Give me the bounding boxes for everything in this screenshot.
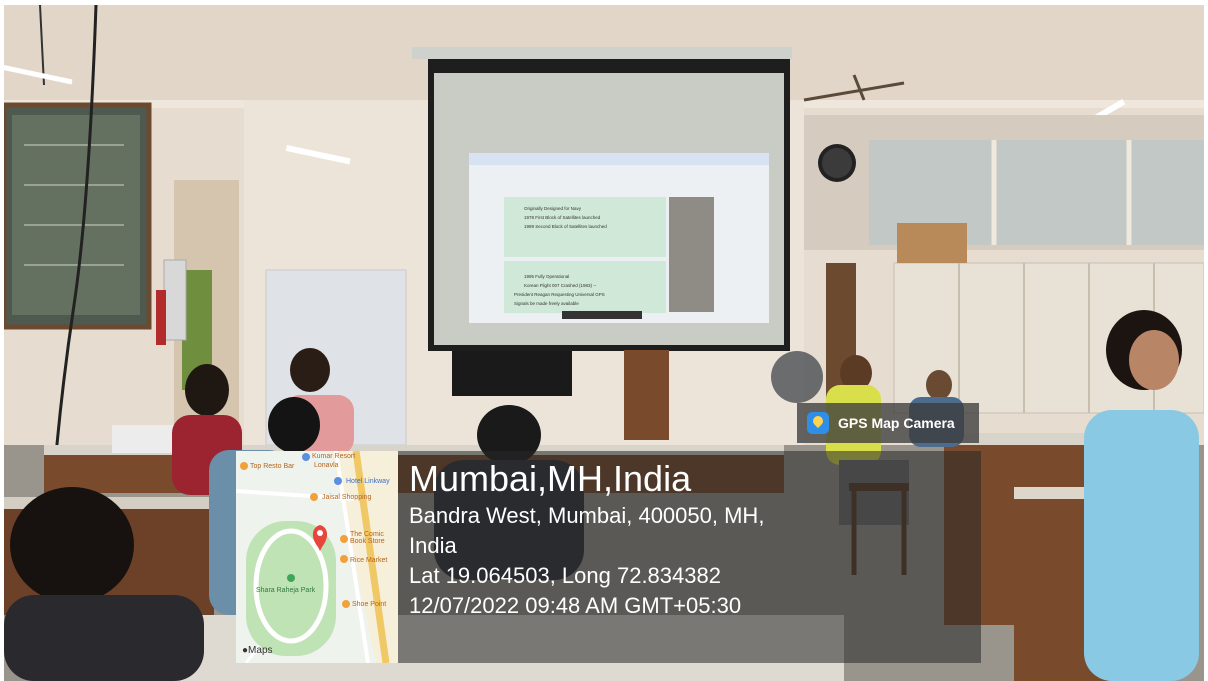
tv-monitor — [452, 351, 572, 396]
screen-line-3: 1989 Second Block of Satellites launched — [524, 224, 607, 229]
mini-map: Kumar Resort Lonavla Top Resto Bar Hotel… — [236, 451, 398, 663]
map-label-hotel-linkway: Hotel Linkway — [346, 478, 390, 485]
map-label-comic-book-store: The Comic Book Store — [350, 531, 385, 545]
map-label-rice-market: Rice Market — [350, 557, 388, 564]
maps-brand: ●Maps — [242, 645, 273, 656]
maps-brand-label: Maps — [248, 645, 273, 656]
cardboard-box — [897, 223, 967, 263]
screen-line-2: 1978 First Block of Satellites launched — [524, 215, 601, 220]
person-right — [1084, 410, 1199, 681]
location-info: Mumbai,MH,India Bandra West, Mumbai, 400… — [409, 457, 979, 621]
map-pin-app-icon — [807, 412, 829, 434]
screen-line-4: 1995 Fully Operational — [524, 274, 569, 279]
map-label-shara-raheja-park: Shara Raheja Park — [256, 587, 316, 594]
fire-extinguisher — [156, 290, 166, 345]
screen-line-5: Korean Flight 007 Crashed (1983) -- — [524, 283, 597, 288]
location-address-line2: India — [409, 533, 457, 558]
photo-frame: Originally Designed for Navy 1978 First … — [4, 5, 1204, 681]
map-label-shoe-point: Shoe Point — [352, 601, 387, 608]
map-label-jaisal-shopping: Jaisal Shopping — [322, 494, 372, 501]
pedestal-fan — [771, 351, 823, 403]
map-label-top-resto-bar: Top Resto Bar — [250, 463, 295, 470]
screen-housing — [412, 47, 792, 59]
lab-equipment — [112, 425, 174, 453]
location-datetime: 12/07/2022 09:48 AM GMT+05:30 — [409, 593, 742, 618]
map-label-kumar-resort: Kumar Resort — [312, 453, 356, 460]
badge-label: GPS Map Camera — [838, 415, 955, 431]
location-coordinates: Lat 19.064503, Long 72.834382 — [409, 563, 721, 588]
screen-line-1: Originally Designed for Navy — [524, 206, 582, 211]
location-city: Mumbai,MH,India — [409, 458, 692, 499]
map-label-lonavla: Lonavla — [314, 462, 339, 469]
screen-line-6: President Reagan Requesting Universal GP… — [514, 292, 605, 297]
screen-line-7: Signals be made freely available — [514, 301, 579, 306]
location-address-line1: Bandra West, Mumbai, 400050, MH, — [409, 503, 765, 528]
gps-map-camera-badge: GPS Map Camera — [797, 403, 979, 443]
